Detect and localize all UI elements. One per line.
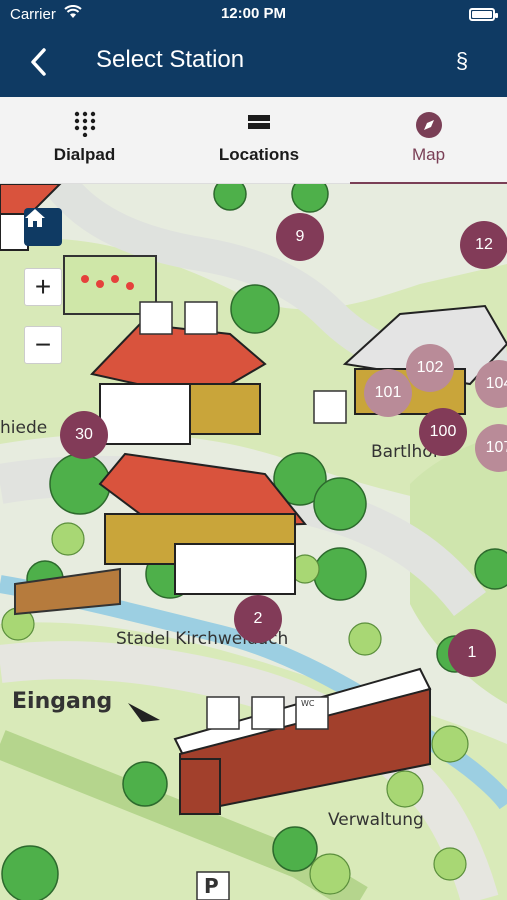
list-icon <box>248 115 270 129</box>
map-label-wc: WC <box>301 699 315 708</box>
home-button[interactable] <box>24 208 62 246</box>
station-pin-1[interactable]: 1 <box>448 629 496 677</box>
map-label-parking: P <box>204 874 219 898</box>
compass-icon <box>415 112 442 138</box>
station-map[interactable]: + − hiede Bartlhof Stadel Kirchweidach E… <box>0 184 507 900</box>
legal-button[interactable]: § <box>446 48 478 74</box>
station-pin-30[interactable]: 30 <box>60 411 108 459</box>
clock: 12:00 PM <box>220 5 287 22</box>
home-icon <box>25 209 45 227</box>
tab-map[interactable]: Map <box>350 97 507 185</box>
station-pin-2[interactable]: 2 <box>234 595 282 643</box>
status-bar: Carrier 12:00 PM <box>0 0 507 30</box>
app-header: Carrier 12:00 PM Select Station § <box>0 0 507 97</box>
map-label-verwaltung: Verwaltung <box>328 810 424 830</box>
tab-map-label: Map <box>411 145 446 164</box>
back-chevron-icon[interactable] <box>24 44 56 80</box>
station-pin-9[interactable]: 9 <box>276 213 324 261</box>
tab-dialpad-label: Dialpad <box>53 145 116 164</box>
tab-locations[interactable]: Locations <box>169 97 349 184</box>
map-label-eingang: Eingang <box>12 689 113 714</box>
tab-locations-label: Locations <box>218 145 300 164</box>
battery-icon <box>469 8 498 21</box>
tab-bar: Dialpad Locations Map <box>0 97 507 185</box>
map-label-schmiede: hiede <box>0 418 48 438</box>
tab-dialpad[interactable]: Dialpad <box>0 97 169 184</box>
station-pin-100[interactable]: 100 <box>419 408 467 456</box>
zoom-out-button[interactable]: − <box>24 326 62 364</box>
zoom-in-button[interactable]: + <box>24 268 62 306</box>
map-illustration <box>0 184 507 900</box>
station-pin-102[interactable]: 102 <box>406 344 454 392</box>
station-pin-12[interactable]: 12 <box>460 221 507 269</box>
dialpad-icon <box>74 111 95 137</box>
station-pin-101[interactable]: 101 <box>364 369 412 417</box>
page-title: Select Station <box>96 46 245 73</box>
